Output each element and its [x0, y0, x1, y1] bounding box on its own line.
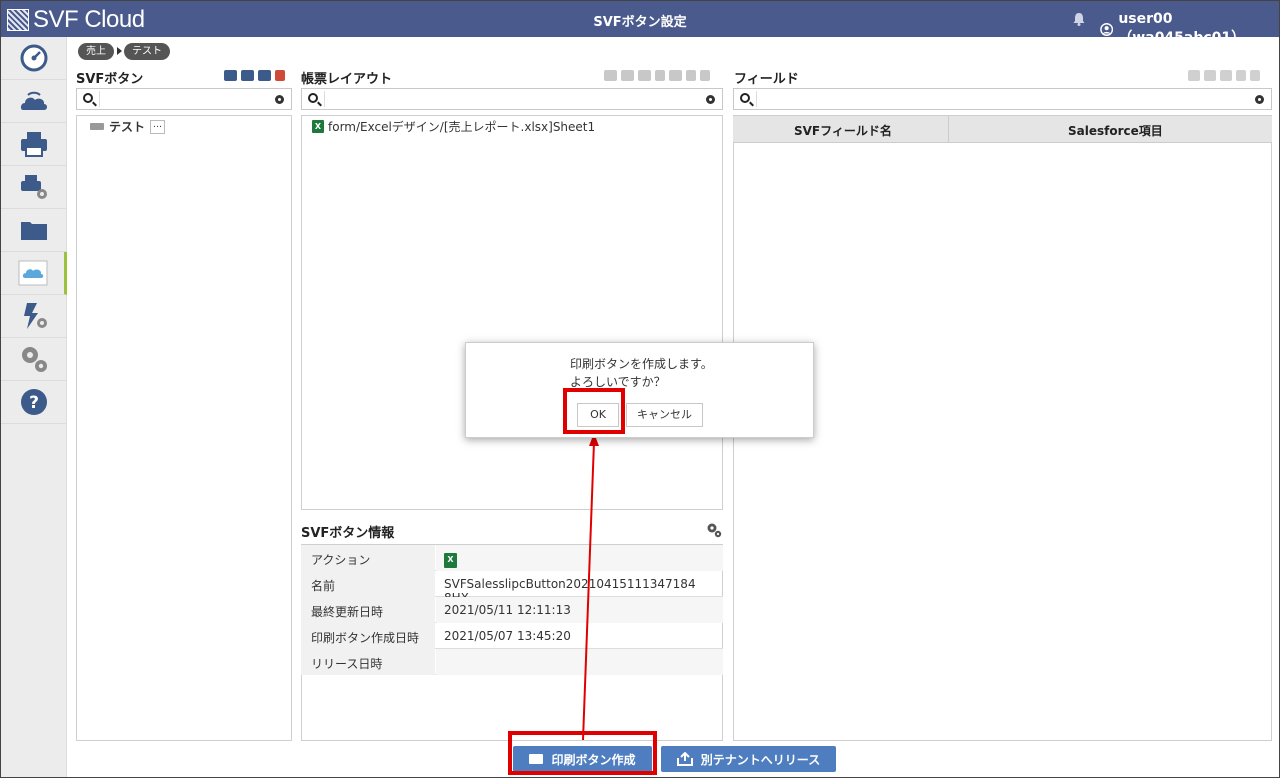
dialog-message-line1: 印刷ボタンを作成します。 — [570, 357, 713, 371]
release-icon — [676, 752, 693, 766]
dialog-message: 印刷ボタンを作成します。 よろしいですか？ — [570, 355, 713, 391]
release-label: 別テナントへリリース — [700, 752, 821, 767]
confirm-dialog: 印刷ボタンを作成します。 よろしいですか？ OK キャンセル — [465, 342, 814, 438]
release-button[interactable]: 別テナントへリリース — [661, 746, 836, 772]
create-button-highlight — [508, 731, 657, 775]
ok-highlight — [563, 388, 625, 434]
cancel-button[interactable]: キャンセル — [626, 403, 703, 427]
